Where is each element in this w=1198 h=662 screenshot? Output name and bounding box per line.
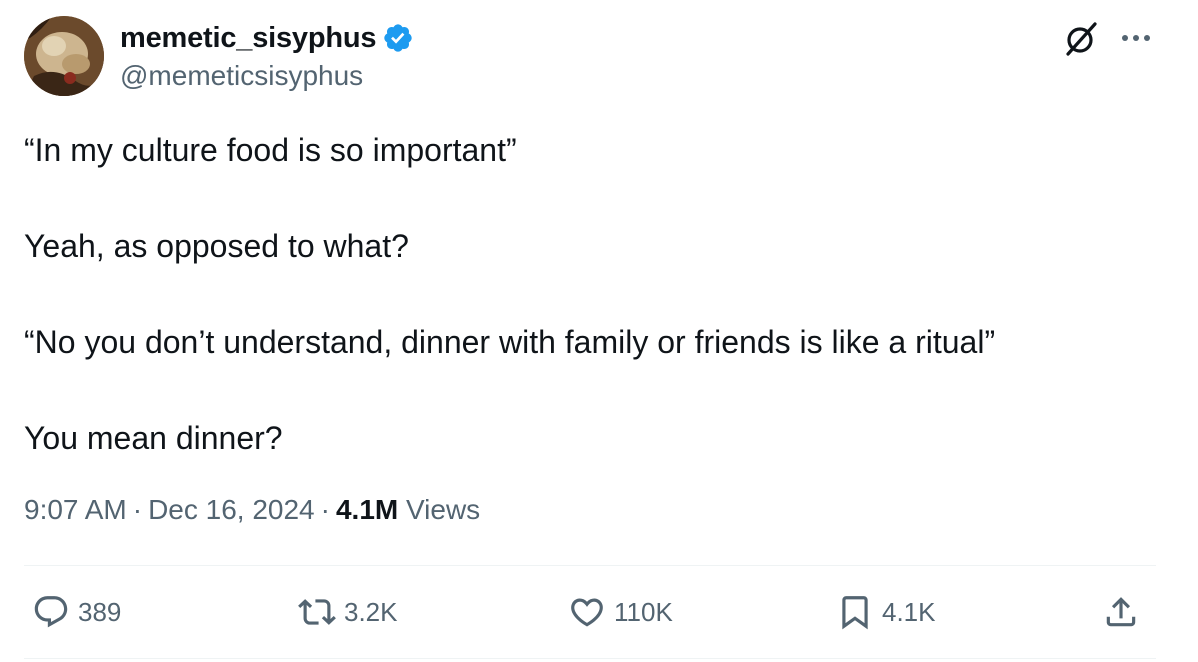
share-button[interactable] — [1102, 590, 1140, 634]
bookmark-count: 4.1K — [882, 596, 936, 627]
share-icon — [1106, 597, 1136, 627]
more-options-icon[interactable] — [1118, 30, 1154, 46]
reply-count: 389 — [78, 596, 122, 627]
repost-count: 3.2K — [344, 596, 398, 627]
grok-icon[interactable] — [1062, 20, 1100, 58]
divider — [24, 565, 1156, 566]
tweet-paragraph: You mean dinner? — [24, 420, 283, 456]
repost-icon — [298, 599, 336, 625]
repost-button[interactable]: 3.2K — [298, 590, 398, 634]
tweet-paragraph: “In my culture food is so important” — [24, 132, 517, 168]
views-count[interactable]: 4.1M — [336, 494, 398, 525]
display-name-row: memetic_sisyphus — [120, 18, 414, 58]
divider — [24, 658, 1156, 659]
tweet-paragraph: “No you don’t understand, dinner with fa… — [24, 324, 996, 360]
views-label: Views — [406, 494, 481, 525]
bookmark-icon — [842, 596, 868, 630]
reply-icon — [34, 596, 68, 628]
tweet-date[interactable]: Dec 16, 2024 — [148, 494, 315, 525]
reply-button[interactable]: 389 — [32, 590, 121, 634]
user-handle[interactable]: @memeticsisyphus — [120, 60, 363, 92]
display-name[interactable]: memetic_sisyphus — [120, 22, 377, 55]
meta-separator: · — [132, 494, 143, 525]
bookmark-button[interactable]: 4.1K — [836, 590, 936, 634]
tweet-text: “In my culture food is so important” Yea… — [24, 126, 1164, 462]
like-count: 110K — [614, 596, 673, 627]
like-button[interactable]: 110K — [568, 590, 673, 634]
avatar-image — [24, 16, 104, 96]
like-icon — [571, 598, 603, 627]
tweet-paragraph: Yeah, as opposed to what? — [24, 228, 409, 264]
tweet-time[interactable]: 9:07 AM — [24, 494, 127, 525]
verified-badge-icon — [382, 22, 414, 54]
tweet-metadata: 9:07 AM · Dec 16, 2024 · 4.1M Views — [24, 494, 480, 526]
tweet-card: memetic_sisyphus @memeticsisyphus “In my… — [0, 0, 1198, 662]
avatar[interactable] — [24, 16, 104, 96]
meta-separator: · — [320, 494, 330, 525]
